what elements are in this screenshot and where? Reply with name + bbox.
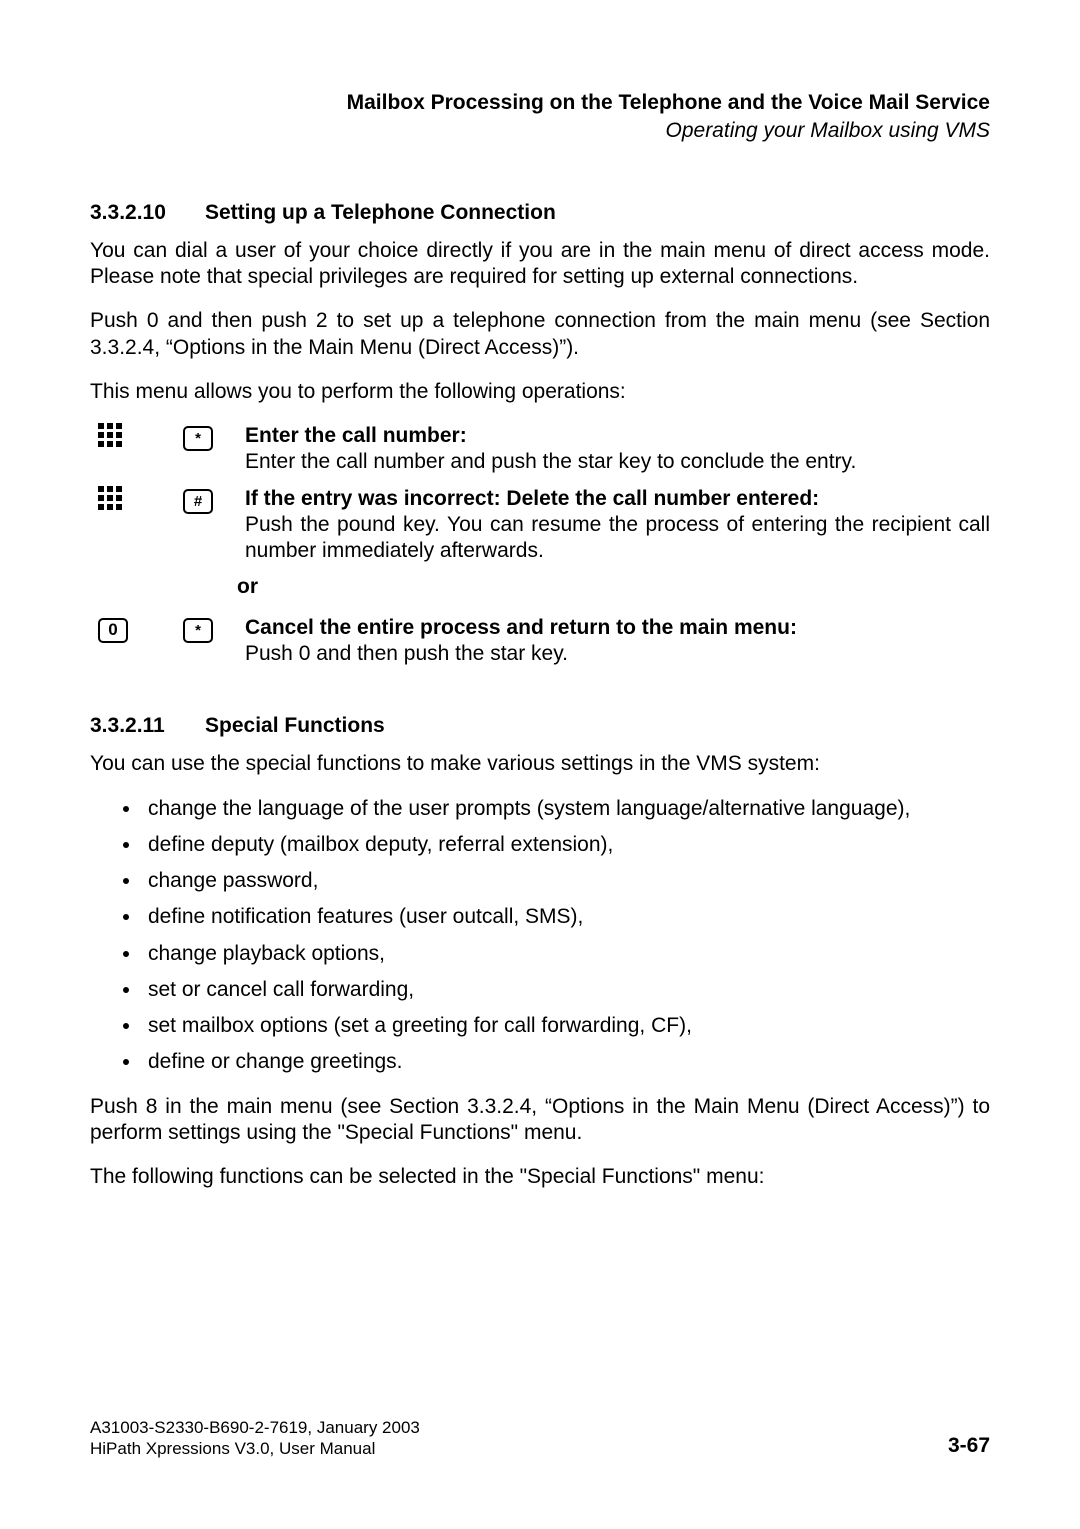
step-body: Push the pound key. You can resume the p… — [245, 513, 990, 562]
section-heading-33210: 3.3.2.10Setting up a Telephone Connectio… — [90, 200, 990, 226]
paragraph: Push 0 and then push 2 to set up a telep… — [90, 308, 990, 361]
special-functions-list: change the language of the user prompts … — [90, 796, 990, 1076]
or-separator: or — [237, 574, 990, 600]
page-footer: A31003-S2330-B690-2-7619, January 2003 H… — [90, 1417, 990, 1460]
paragraph: The following functions can be selected … — [90, 1164, 990, 1190]
footer-docid: A31003-S2330-B690-2-7619, January 2003 — [90, 1417, 990, 1438]
step-cancel-return: 0 * Cancel the entire process and return… — [90, 615, 990, 668]
step-label: If the entry was incorrect: Delete the c… — [245, 487, 819, 510]
list-item: define notification features (user outca… — [142, 904, 990, 930]
paragraph: You can use the special functions to mak… — [90, 751, 990, 777]
section-title: Setting up a Telephone Connection — [205, 201, 556, 224]
step-label: Cancel the entire process and return to … — [245, 616, 797, 639]
page-header-title: Mailbox Processing on the Telephone and … — [90, 90, 990, 116]
list-item: define or change greetings. — [142, 1049, 990, 1075]
section-number: 3.3.2.10 — [90, 200, 205, 226]
list-item: define deputy (mailbox deputy, referral … — [142, 832, 990, 858]
list-item: change playback options, — [142, 941, 990, 967]
step-delete-entry: # If the entry was incorrect: Delete the… — [90, 486, 990, 565]
pound-key-icon: # — [183, 489, 213, 514]
keypad-icon — [98, 423, 122, 447]
step-label: Enter the call number: — [245, 424, 467, 447]
list-item: change the language of the user prompts … — [142, 796, 990, 822]
star-key-icon: * — [183, 618, 213, 643]
zero-key-icon: 0 — [98, 618, 128, 643]
paragraph: Push 8 in the main menu (see Section 3.3… — [90, 1094, 990, 1147]
page-header-subtitle: Operating your Mailbox using VMS — [90, 118, 990, 144]
list-item: set or cancel call forwarding, — [142, 977, 990, 1003]
star-key-icon: * — [183, 426, 213, 451]
step-body: Push 0 and then push the star key. — [245, 642, 568, 665]
step-body: Enter the call number and push the star … — [245, 450, 856, 473]
list-item: set mailbox options (set a greeting for … — [142, 1013, 990, 1039]
list-item: change password, — [142, 868, 990, 894]
paragraph: This menu allows you to perform the foll… — [90, 379, 990, 405]
footer-product: HiPath Xpressions V3.0, User Manual — [90, 1438, 990, 1459]
page-number: 3-67 — [948, 1433, 990, 1459]
section-number: 3.3.2.11 — [90, 713, 205, 739]
section-heading-33211: 3.3.2.11Special Functions — [90, 713, 990, 739]
page: Mailbox Processing on the Telephone and … — [0, 0, 1080, 1529]
step-enter-call-number: * Enter the call number: Enter the call … — [90, 423, 990, 476]
paragraph: You can dial a user of your choice direc… — [90, 238, 990, 291]
section-title: Special Functions — [205, 714, 385, 737]
keypad-icon — [98, 486, 122, 510]
